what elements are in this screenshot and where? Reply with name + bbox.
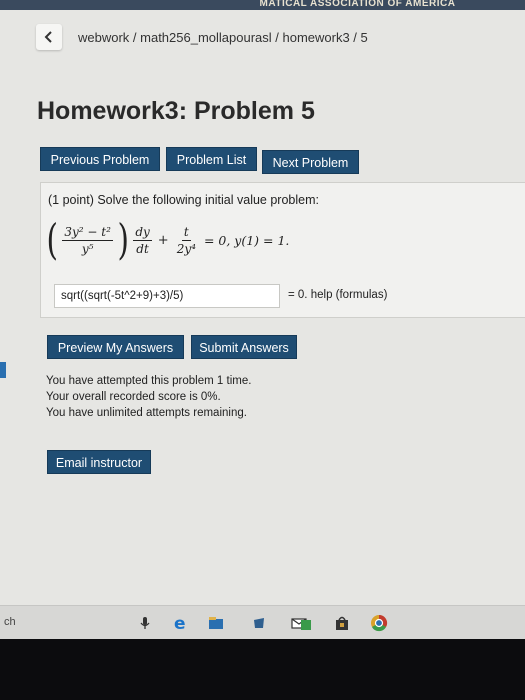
taskbar-search-text[interactable]: ch [4,616,16,628]
answer-input[interactable] [54,284,280,308]
browser-screen: MATICAL ASSOCIATION OF AMERICA webwork /… [0,0,525,639]
equation-fraction-second: t 2y⁴ [175,225,198,256]
fraction-numerator: 3y² − t² [62,224,113,241]
problem-equation: ( 3y² − t² y⁵ ) dy dt + t 2y⁴ = 0, y(1) … [44,214,344,266]
problem-prompt: (1 point) Solve the following initial va… [48,193,319,207]
chevron-left-icon [44,31,52,43]
preview-answers-button[interactable]: Preview My Answers [47,335,184,359]
chrome-icon[interactable] [370,614,388,632]
second-denominator: 2y⁴ [176,241,196,256]
equation-tail: = 0, y(1) = 1. [203,232,290,248]
answer-suffix-row: = 0. help (formulas) [288,289,387,301]
svg-text:e: e [174,614,186,632]
derivative-denominator: dt [136,241,149,256]
breadcrumb[interactable]: webwork / math256_mollapourasl / homewor… [78,30,368,45]
answer-suffix: = 0. [288,289,308,301]
submit-answers-button[interactable]: Submit Answers [191,335,297,359]
left-paren: ( [46,215,58,264]
site-banner-text: MATICAL ASSOCIATION OF AMERICA [259,0,456,9]
derivative-numerator: dy [133,224,152,241]
problem-list-button[interactable]: Problem List [166,147,257,171]
next-problem-button[interactable]: Next Problem [262,150,359,174]
email-instructor-button[interactable]: Email instructor [47,450,151,474]
plus-sign: + [157,232,169,248]
microphone-icon[interactable] [136,614,154,632]
equation-derivative: dy dt [133,224,152,256]
status-line-score: Your overall recorded score is 0%. [46,391,221,403]
back-button[interactable] [36,24,62,50]
file-explorer-icon[interactable] [207,614,225,632]
window-edge-marker [0,362,6,378]
status-line-attempts: You have attempted this problem 1 time. [46,375,252,387]
status-line-remaining: You have unlimited attempts remaining. [46,407,247,419]
green-app-icon[interactable] [300,619,312,631]
right-paren: ) [117,215,129,264]
shopping-bag-icon[interactable] [333,614,351,632]
site-banner: MATICAL ASSOCIATION OF AMERICA [0,0,525,10]
edge-browser-icon[interactable]: e [172,614,190,632]
help-formulas-link[interactable]: help (formulas) [311,289,388,301]
previous-problem-button[interactable]: Previous Problem [40,147,160,171]
equation-fraction-main: 3y² − t² y⁵ [62,225,113,256]
taskbar: ch e [0,605,525,639]
page-title: Homework3: Problem 5 [37,97,315,125]
store-icon[interactable] [250,614,268,632]
attempt-status: You have attempted this problem 1 time. … [46,373,251,421]
fraction-denominator: y⁵ [81,241,94,256]
second-numerator: t [181,224,191,241]
